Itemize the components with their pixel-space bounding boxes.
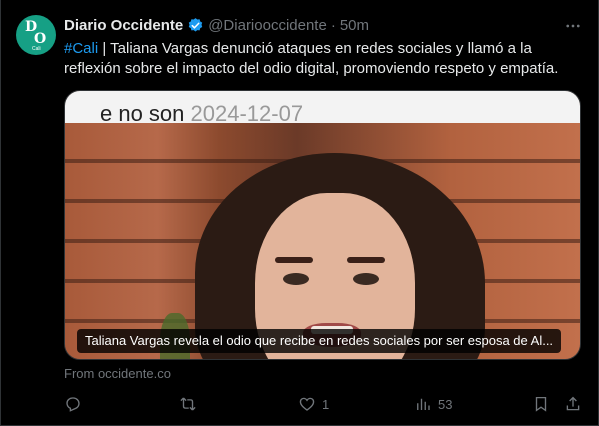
bookmark-button[interactable] — [532, 394, 550, 414]
tweet-text: #Cali | Taliana Vargas denunció ataques … — [64, 39, 584, 79]
heart-icon — [299, 397, 315, 411]
like-button[interactable]: 1 — [298, 394, 329, 414]
avatar[interactable]: D O Cali — [16, 15, 56, 55]
card-title: Taliana Vargas revela el odio que recibe… — [77, 329, 562, 353]
tweet-body: | Taliana Vargas denunció ataques en red… — [64, 40, 559, 77]
reply-icon — [66, 397, 80, 412]
views-button[interactable]: 53 — [414, 394, 452, 414]
separator-dot: · — [330, 16, 336, 34]
author-name[interactable]: Diario Occidente — [64, 17, 183, 34]
share-button[interactable] — [564, 394, 582, 414]
retweet-icon — [180, 397, 196, 411]
verified-badge-icon — [188, 17, 203, 32]
views-chart-icon — [417, 398, 430, 410]
left-brow — [275, 257, 313, 263]
card-source[interactable]: From occidente.co — [64, 366, 171, 381]
bookmark-icon — [535, 396, 547, 412]
hashtag-link[interactable]: #Cali — [64, 40, 98, 57]
avatar-subtext: Cali — [32, 46, 41, 52]
retweet-button[interactable] — [179, 394, 203, 414]
tweet-header: Diario Occidente @Diariooccidente · 50m — [64, 15, 369, 35]
share-icon — [566, 396, 580, 411]
like-count: 1 — [322, 396, 330, 412]
right-brow — [347, 257, 385, 263]
views-count: 53 — [438, 396, 453, 412]
video-overlay-strip: e no son 2024-12-07 — [65, 91, 580, 126]
author-handle[interactable]: @Diariooccidente — [208, 17, 327, 34]
avatar-letter-o: O — [34, 31, 47, 47]
right-eye — [353, 273, 379, 285]
left-eye — [283, 273, 309, 285]
tweet-card[interactable]: D O Cali Diario Occidente @Diarioocciden… — [0, 0, 599, 426]
tweet-timestamp[interactable]: 50m — [340, 17, 369, 34]
more-options-icon[interactable] — [563, 16, 583, 36]
link-card-media[interactable]: e no son 2024-12-07 Taliana Vargas revel… — [64, 90, 581, 360]
action-bar: 1 53 — [64, 394, 584, 414]
reply-button[interactable] — [64, 394, 88, 414]
video-thumbnail — [65, 123, 580, 359]
